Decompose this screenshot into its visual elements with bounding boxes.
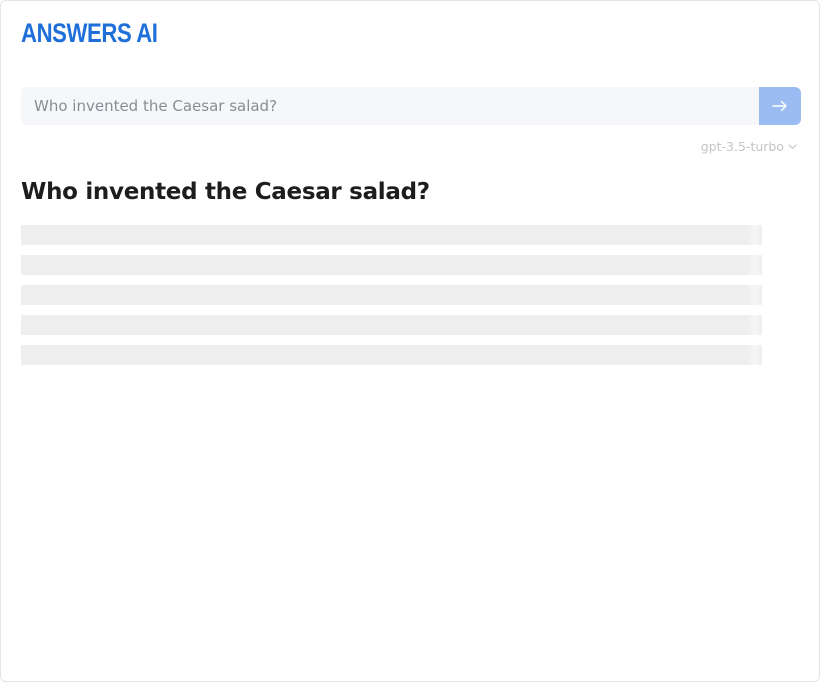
search-bar <box>21 87 801 125</box>
skeleton-line <box>21 255 762 275</box>
app-window: ANSWERS AI gpt-3.5-turbo Who invented th… <box>0 0 820 682</box>
submit-button[interactable] <box>759 87 801 125</box>
skeleton-line <box>21 315 762 335</box>
skeleton-line <box>21 225 762 245</box>
skeleton-line <box>21 285 762 305</box>
arrow-right-icon <box>772 100 787 112</box>
search-input[interactable] <box>21 87 759 125</box>
chevron-down-icon <box>788 143 797 149</box>
question-title: Who invented the Caesar salad? <box>21 179 430 205</box>
app-logo: ANSWERS AI <box>21 18 158 48</box>
model-select[interactable]: gpt-3.5-turbo <box>701 139 797 154</box>
skeleton-line <box>21 345 762 365</box>
answer-loading-skeleton <box>21 225 762 375</box>
model-select-value: gpt-3.5-turbo <box>700 139 784 154</box>
